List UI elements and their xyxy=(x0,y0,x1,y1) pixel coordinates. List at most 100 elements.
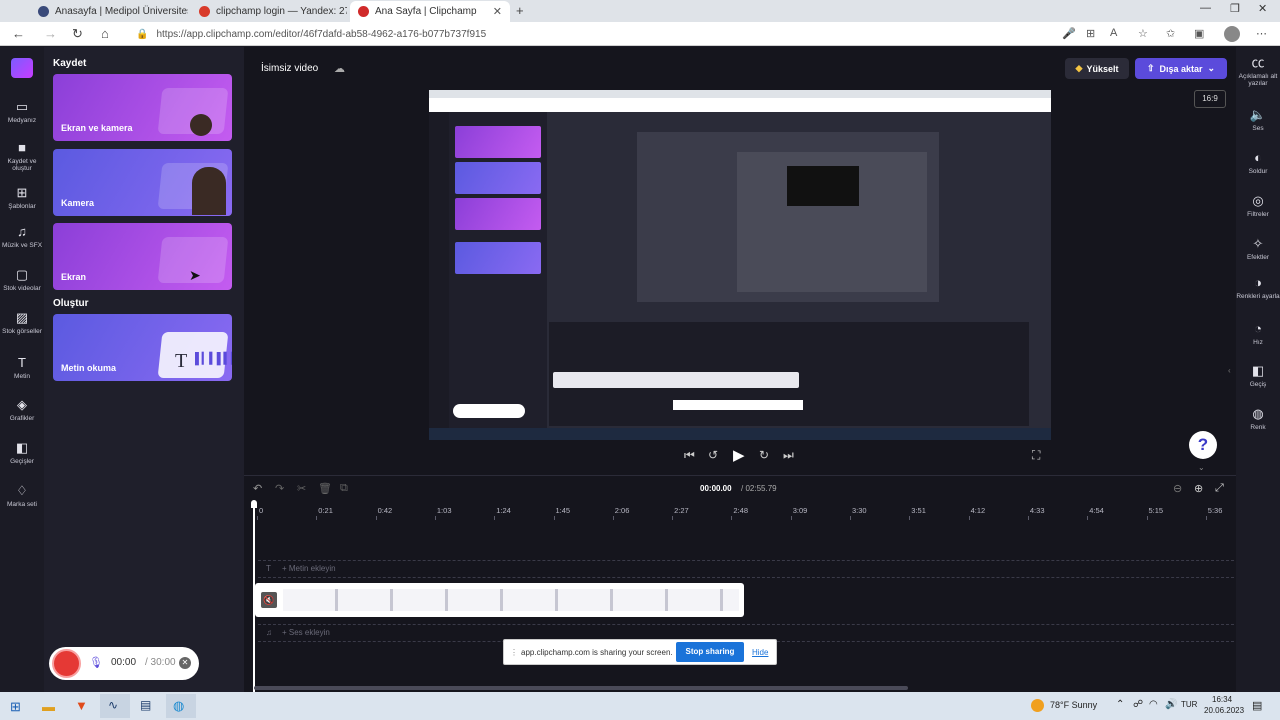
timeline-scrollbar[interactable] xyxy=(254,686,908,690)
stock-video-icon: ▢ xyxy=(15,267,29,282)
minimize-icon[interactable]: — xyxy=(1200,2,1211,14)
stop-sharing-button[interactable]: Stop sharing xyxy=(676,642,744,662)
more-icon[interactable]: ⋯ xyxy=(1256,27,1267,40)
help-button[interactable]: ? xyxy=(1189,431,1217,459)
rail-item-brand[interactable]: ♢ Marka seti xyxy=(0,483,44,508)
zoom-out-icon[interactable]: ⊖ xyxy=(1173,482,1182,495)
avatar[interactable] xyxy=(1224,26,1240,42)
text-track[interactable]: T + Metin ekleyin xyxy=(258,560,1234,578)
rail-item-stock-images[interactable]: ▨ Stok görseller xyxy=(0,310,44,335)
rail-item-text[interactable]: T Metin xyxy=(0,355,44,380)
delete-icon[interactable]: 🗑 xyxy=(318,482,332,495)
record-button[interactable] xyxy=(52,649,81,678)
windows-taskbar: ⊞ ▬ ▼ ∿ ▤ ◍ 78°F Sunny ⌃ ☍ ◠ 🔊 TUR 16:34… xyxy=(0,692,1280,720)
rail-item-graphics[interactable]: ◈ Grafikler xyxy=(0,397,44,422)
app-icon: ∿ xyxy=(108,698,119,712)
close-window-icon[interactable]: ✕ xyxy=(1258,2,1267,15)
tab-yandex[interactable]: clipchamp login — Yandex: 278 b ✕ xyxy=(191,1,347,22)
rail-item-audio[interactable]: 🔈 Ses xyxy=(1236,107,1280,132)
apps-icon[interactable]: ⊞ xyxy=(1086,27,1095,40)
duplicate-icon[interactable]: ⧉ xyxy=(340,482,348,495)
favorites-icon[interactable]: ✩ xyxy=(1166,27,1175,40)
filters-icon: ◎ xyxy=(1252,193,1264,208)
card-text-to-speech[interactable]: T ▌▎▍▌▍▎▌▍ Metin okuma xyxy=(53,314,232,381)
rail-item-fade[interactable]: ◐ Soldur xyxy=(1236,150,1280,175)
rail-item-stock-video[interactable]: ▢ Stok videolar xyxy=(0,267,44,292)
weather-text[interactable]: 78°F Sunny xyxy=(1050,700,1097,710)
close-icon[interactable]: ✕ xyxy=(493,5,502,18)
new-tab-button[interactable]: + xyxy=(516,3,524,18)
read-aloud-icon[interactable]: A xyxy=(1110,27,1117,39)
skip-forward-icon[interactable]: ⏭ xyxy=(783,448,794,463)
text-icon: T xyxy=(266,564,271,573)
back-icon[interactable]: ← xyxy=(12,26,25,41)
collections-icon[interactable]: ▣ xyxy=(1194,27,1204,40)
play-button[interactable]: ▶ xyxy=(733,446,745,464)
mic-icon[interactable]: 🎙 xyxy=(89,656,103,669)
rail-item-transition[interactable]: ◧ Geçiş xyxy=(1236,363,1280,388)
chevron-down-icon[interactable]: ⌄ xyxy=(1198,463,1205,472)
notifications-icon[interactable]: ▤ xyxy=(1252,699,1262,712)
rail-item-filters[interactable]: ◎ Filtreler xyxy=(1236,193,1280,218)
card-camera[interactable]: Kamera xyxy=(53,149,232,216)
zoom-in-icon[interactable]: ⊕ xyxy=(1194,482,1203,495)
rail-item-speed[interactable]: ◔ Hız xyxy=(1236,321,1280,346)
rail-item-transitions[interactable]: ◧ Geçişler xyxy=(0,440,44,465)
upgrade-button[interactable]: ◆ Yükselt xyxy=(1065,58,1129,79)
redo-icon[interactable]: ↷ xyxy=(275,482,284,495)
add-text-label: + Metin ekleyin xyxy=(282,564,336,573)
close-recorder-icon[interactable]: ✕ xyxy=(179,657,191,669)
rail-item-music[interactable]: ♫ Müzik ve SFX xyxy=(0,224,44,249)
timeline-tick-label: 1:24 xyxy=(496,506,511,515)
rail-item-adjust-colors[interactable]: ◑ Renkleri ayarla xyxy=(1236,275,1280,300)
brave-icon[interactable]: ▼ xyxy=(75,698,88,713)
fit-timeline-icon[interactable]: ⤢ xyxy=(1215,482,1224,495)
url-field[interactable]: 🔒 https://app.clipchamp.com/editor/46f7d… xyxy=(136,25,1076,43)
lock-icon: 🔒 xyxy=(136,28,149,40)
skip-back-icon[interactable]: ⏮ xyxy=(684,448,695,463)
start-icon[interactable]: ⊞ xyxy=(10,699,21,715)
card-screen-and-camera[interactable]: Ekran ve kamera xyxy=(53,74,232,141)
language-indicator[interactable]: TUR xyxy=(1181,700,1197,709)
network-icon[interactable]: ☍ xyxy=(1133,699,1143,710)
chevron-up-icon[interactable]: ⌃ xyxy=(1116,699,1124,710)
rewind-5s-icon[interactable]: ↺ xyxy=(708,448,718,462)
rail-item-templates[interactable]: ⊞ Şablonlar xyxy=(0,185,44,210)
forward-icon[interactable]: → xyxy=(44,26,57,41)
rail-item-color[interactable]: ◍ Renk xyxy=(1236,406,1280,431)
card-screen[interactable]: ➤ Ekran xyxy=(53,223,232,290)
rail-item-effects[interactable]: ✧ Efektler xyxy=(1236,236,1280,261)
app-icon[interactable]: ▤ xyxy=(140,698,151,712)
undo-icon[interactable]: ↶ xyxy=(253,482,262,495)
project-title[interactable]: İsimsiz video xyxy=(261,63,318,74)
home-icon[interactable]: ⌂ xyxy=(101,26,109,41)
favorite-icon[interactable]: ☆ xyxy=(1138,27,1148,40)
clock-date[interactable]: 20.06.2023 xyxy=(1204,706,1244,715)
drag-handle-icon[interactable]: ⋮ xyxy=(510,648,518,657)
mic-icon[interactable]: 🎤 xyxy=(1062,27,1076,40)
timeline-tick-mark xyxy=(316,516,318,520)
rail-item-captions[interactable]: ㏄ Açıklamalı alt yazılar xyxy=(1236,55,1280,88)
volume-icon[interactable]: 🔊 xyxy=(1165,699,1177,710)
file-explorer-icon[interactable]: ▬ xyxy=(42,699,55,714)
reload-icon[interactable]: ↻ xyxy=(72,26,83,42)
collapse-right-rail-icon[interactable]: ‹ xyxy=(1228,366,1231,375)
aspect-ratio-button[interactable]: 16:9 xyxy=(1194,90,1226,108)
split-icon[interactable]: ✂ xyxy=(297,482,306,495)
rail-item-record-create[interactable]: ■ Kaydet ve oluştur xyxy=(0,140,44,173)
fullscreen-icon[interactable]: ⛶ xyxy=(1032,448,1040,463)
record-icon xyxy=(358,6,369,17)
tab-medipol[interactable]: Anasayfa | Medipol Üniversitesi ✕ xyxy=(30,1,188,22)
timeline-tick-label: 2:27 xyxy=(674,506,689,515)
rail-item-media[interactable]: ▭ Medyanız xyxy=(0,99,44,124)
export-button[interactable]: ⇧ Dışa aktar ⌄ xyxy=(1135,58,1227,79)
volume-icon: 🔈 xyxy=(1249,107,1267,122)
tab-clipchamp[interactable]: Ana Sayfa | Clipchamp ✕ xyxy=(350,1,510,22)
maximize-icon[interactable]: ❐ xyxy=(1230,2,1240,15)
wifi-icon[interactable]: ◠ xyxy=(1149,699,1158,710)
mute-icon[interactable]: 🔇 xyxy=(261,592,277,608)
forward-5s-icon[interactable]: ↻ xyxy=(759,448,769,462)
clock-time[interactable]: 16:34 xyxy=(1212,695,1232,704)
video-clip[interactable]: 🔇 xyxy=(255,583,744,617)
hide-link[interactable]: Hide xyxy=(752,648,768,657)
